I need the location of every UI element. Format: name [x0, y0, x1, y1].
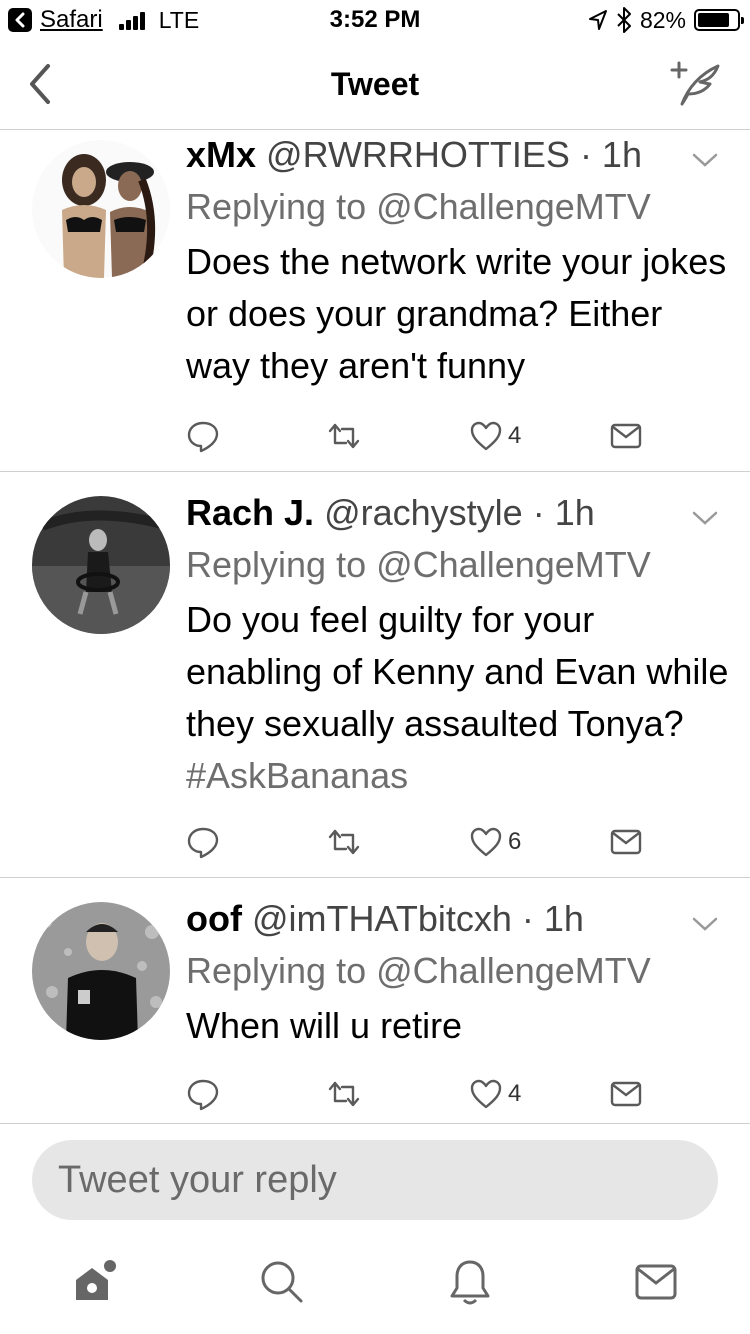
- hashtag-link[interactable]: #AskBananas: [186, 755, 408, 796]
- like-count: 4: [508, 1080, 522, 1107]
- notifications-icon[interactable]: [440, 1252, 500, 1312]
- author-name[interactable]: xMx: [186, 134, 256, 175]
- replying-to[interactable]: Replying to @ChallengeMTV: [186, 944, 730, 998]
- heart-icon: [470, 1079, 502, 1109]
- retweet-icon: [328, 1081, 360, 1107]
- avatar[interactable]: [32, 140, 170, 278]
- battery-percent: 82%: [639, 6, 686, 33]
- avatar[interactable]: [32, 496, 170, 634]
- nav-bar: Tweet: [0, 40, 750, 130]
- tweet-header: xMx @RWRRHOTTIES · 1h: [186, 130, 730, 180]
- replying-to[interactable]: Replying to @ChallengeMTV: [186, 180, 730, 234]
- tweet-text: Does the network write your jokes or doe…: [186, 236, 730, 392]
- author-handle[interactable]: @imTHATbitcxh: [252, 898, 512, 939]
- replying-to[interactable]: Replying to @ChallengeMTV: [186, 538, 730, 592]
- battery-icon: [694, 9, 744, 31]
- tweet-header: Rach J. @rachystyle · 1h: [186, 488, 730, 538]
- author-name[interactable]: Rach J.: [186, 492, 314, 533]
- tweet-content: Rach J. @rachystyle · 1h Replying to @Ch…: [186, 488, 730, 802]
- like-button[interactable]: 4: [470, 416, 521, 456]
- reply-button[interactable]: [186, 822, 220, 862]
- status-bar-right: 82%: [588, 6, 744, 34]
- tweet-content: oof @imTHATbitcxh · 1h Replying to @Chal…: [186, 894, 730, 1052]
- like-button[interactable]: 6: [470, 822, 521, 862]
- reply-icon: [187, 1079, 219, 1111]
- messages-icon[interactable]: [626, 1252, 686, 1312]
- like-button[interactable]: 4: [470, 1074, 521, 1114]
- chevron-down-icon[interactable]: [690, 508, 720, 528]
- tweet-actions: 4: [186, 416, 666, 456]
- tweet[interactable]: xMx @RWRRHOTTIES · 1h Replying to @Chall…: [0, 130, 750, 472]
- chevron-down-icon[interactable]: [690, 914, 720, 934]
- reply-button[interactable]: [186, 1074, 220, 1114]
- retweet-icon: [328, 423, 360, 449]
- envelope-icon: [610, 423, 642, 449]
- tweet-actions: 6: [186, 822, 666, 862]
- heart-icon: [470, 827, 502, 857]
- tweet-text-body: Do you feel guilty for your enabling of …: [186, 599, 729, 744]
- reply-input[interactable]: [32, 1140, 718, 1220]
- tweet-content: xMx @RWRRHOTTIES · 1h Replying to @Chall…: [186, 130, 730, 392]
- envelope-icon: [610, 829, 642, 855]
- reply-box[interactable]: [32, 1140, 718, 1220]
- heart-icon: [470, 421, 502, 451]
- retweet-button[interactable]: [326, 1074, 362, 1114]
- author-handle[interactable]: @RWRRHOTTIES: [266, 134, 570, 175]
- message-button[interactable]: [610, 416, 642, 456]
- tweet-text-body: Does the network write your jokes or doe…: [186, 241, 727, 386]
- tweet-time: · 1h: [521, 898, 584, 939]
- tweet-time: · 1h: [532, 492, 595, 533]
- bluetooth-icon: [617, 7, 631, 33]
- retweet-button[interactable]: [326, 416, 362, 456]
- reply-icon: [187, 827, 219, 859]
- retweet-icon: [328, 829, 360, 855]
- search-icon[interactable]: [252, 1252, 312, 1312]
- author-handle[interactable]: @rachystyle: [324, 492, 523, 533]
- chevron-down-icon[interactable]: [690, 150, 720, 170]
- reply-icon: [187, 421, 219, 453]
- page-title: Tweet: [330, 66, 420, 102]
- retweet-button[interactable]: [326, 822, 362, 862]
- tweet-text: When will u retire: [186, 1000, 730, 1052]
- home-icon[interactable]: [64, 1252, 124, 1312]
- like-count: 4: [508, 422, 522, 449]
- location-icon: [588, 10, 607, 30]
- compose-icon[interactable]: [668, 58, 724, 108]
- message-button[interactable]: [610, 822, 642, 862]
- tweet-actions: 4: [186, 1074, 666, 1114]
- tab-bar: [0, 1230, 750, 1334]
- envelope-icon: [610, 1081, 642, 1107]
- battery-fill: [698, 13, 730, 27]
- reply-button[interactable]: [186, 416, 220, 456]
- tweet-header: oof @imTHATbitcxh · 1h: [186, 894, 730, 944]
- tweet[interactable]: oof @imTHATbitcxh · 1h Replying to @Chal…: [0, 878, 750, 1124]
- tweet[interactable]: Rach J. @rachystyle · 1h Replying to @Ch…: [0, 472, 750, 878]
- tweet-text-body: When will u retire: [186, 1005, 463, 1046]
- status-bar: Safari LTE 3:52 PM 82%: [0, 0, 750, 40]
- tweet-time: · 1h: [579, 134, 642, 175]
- tweet-text: Do you feel guilty for your enabling of …: [186, 594, 730, 802]
- like-count: 6: [508, 828, 522, 855]
- author-name[interactable]: oof: [186, 898, 242, 939]
- avatar[interactable]: [32, 902, 170, 1040]
- message-button[interactable]: [610, 1074, 642, 1114]
